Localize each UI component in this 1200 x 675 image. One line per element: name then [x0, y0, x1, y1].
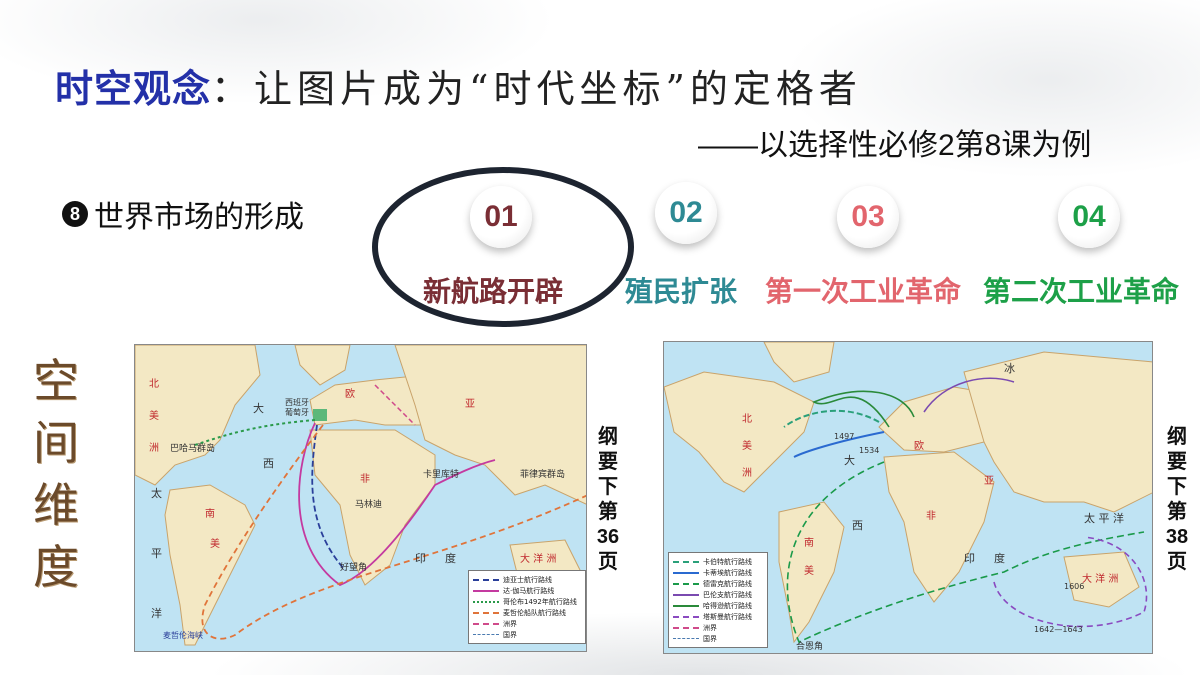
map-colonial-expansion: 冰 北 美 洲 大 西 欧 亚 非 南 美 印 度 太 平 洋 大 洋 洲 合恩… [663, 341, 1153, 654]
legend-row: 哈得逊航行路线 [673, 600, 763, 611]
label-america: 美 [149, 411, 159, 422]
label-magellan: 麦哲伦海峡 [163, 631, 203, 640]
label-continent: 洲 [149, 443, 159, 454]
label-asia: 亚 [984, 476, 994, 487]
legend-row: 德雷克航行路线 [673, 578, 763, 589]
side-vertical-word: 空 间 维 度 [28, 350, 84, 598]
label-da: 大 [253, 402, 264, 415]
title-rest: ：让图片成为“时代坐标”的定格者 [211, 67, 862, 111]
step-number: 03 [837, 186, 899, 248]
label-continent: 洲 [742, 468, 752, 479]
legend-row: 哥伦布1492年航行路线 [473, 596, 581, 607]
label-tai: 太 [151, 487, 162, 500]
label-africa: 非 [360, 474, 370, 485]
title-highlight: 时空观念 [55, 69, 212, 111]
label-philippines: 菲律宾群岛 [520, 470, 566, 480]
topic-text: 世界市场的形成 [94, 201, 304, 234]
label-cape-horn: 合恩角 [796, 642, 824, 652]
label-europe: 欧 [345, 389, 355, 400]
label-europe: 欧 [914, 441, 924, 452]
label-malindi: 马林迪 [355, 500, 383, 510]
legend-row: 国界 [673, 633, 763, 644]
step-label: 第二次工业革命 [983, 276, 1180, 307]
label-year-1534: 1534 [859, 446, 880, 455]
legend-row: 卡伯特航行路线 [673, 556, 763, 567]
step-label: 殖民扩张 [625, 276, 738, 307]
label-da: 大 [844, 454, 855, 467]
topic-heading: 8 世界市场的形成 [62, 192, 304, 236]
side-char: 空 [33, 354, 79, 408]
label-ice: 冰 [1004, 362, 1015, 375]
label-oceania: 大 洋 洲 [1082, 574, 1119, 585]
map-new-sea-routes: 北 美 洲 太 平 洋 大 西 欧 亚 非 南 美 印 度 大 洋 洲 巴哈马群… [134, 344, 587, 652]
legend-row: 国界 [473, 629, 581, 640]
label-bahamas: 巴哈马群岛 [170, 444, 216, 454]
label-xi: 西 [263, 457, 274, 470]
label-south: 南 [804, 538, 814, 549]
step-number: 02 [655, 182, 717, 244]
label-pacific: 太 平 洋 [1084, 512, 1124, 525]
legend-row: 卡蒂埃航行路线 [673, 567, 763, 578]
legend-row: 麦哲伦船队航行路线 [473, 607, 581, 618]
legend-row: 洲界 [673, 622, 763, 633]
page-reference-left: 纲 要 下 第 36 页 [596, 426, 620, 573]
highlight-ring [372, 167, 634, 327]
step-label: 第一次工业革命 [765, 276, 962, 307]
label-xi: 西 [852, 519, 863, 532]
label-cape: 好望角 [340, 563, 368, 573]
page-title: 时空观念：让图片成为“时代坐标”的定格者 [55, 58, 862, 113]
label-du: 度 [445, 552, 456, 565]
side-char: 间 [33, 416, 79, 470]
label-ping: 平 [151, 547, 162, 560]
legend-row: 洲界 [473, 618, 581, 629]
label-south-america: 美 [210, 539, 220, 550]
legend-row: 达·伽马航行路线 [473, 585, 581, 596]
label-oceania: 大 洋 洲 [520, 554, 557, 565]
legend-row: 巴伦支航行路线 [673, 589, 763, 600]
legend-row: 塔斯曼航行路线 [673, 611, 763, 622]
label-america: 美 [742, 441, 752, 452]
page-reference-right: 纲 要 下 第 38 页 [1165, 426, 1189, 573]
label-du: 度 [994, 552, 1005, 565]
legend-row: 迪亚士航行路线 [473, 574, 581, 585]
label-asia: 亚 [465, 399, 475, 410]
map-left-legend: 迪亚士航行路线 达·伽马航行路线 哥伦布1492年航行路线 麦哲伦船队航行路线 … [468, 570, 586, 644]
map-right-legend: 卡伯特航行路线 卡蒂埃航行路线 德雷克航行路线 巴伦支航行路线 哈得逊航行路线 … [668, 552, 768, 648]
topic-number-badge: 8 [62, 201, 88, 227]
label-calicut: 卡里库特 [423, 470, 460, 480]
label-north: 北 [149, 379, 159, 390]
label-year-1497: 1497 [834, 432, 855, 441]
label-year-1642: 1642—1643 [1034, 625, 1083, 634]
page-subtitle: ——以选择性必修2第8课为例 [698, 129, 1092, 162]
step-number: 04 [1058, 186, 1120, 248]
label-south: 南 [205, 509, 215, 520]
label-yin: 印 [415, 552, 426, 565]
label-north: 北 [742, 414, 752, 425]
label-yang: 洋 [151, 607, 162, 620]
side-char: 度 [33, 540, 79, 594]
label-africa: 非 [926, 511, 936, 522]
label-south-america: 美 [804, 566, 814, 577]
side-char: 维 [33, 478, 79, 532]
label-portugal: 葡萄牙 [285, 408, 309, 417]
label-yin: 印 [964, 552, 975, 565]
label-year-1606: 1606 [1064, 582, 1085, 591]
